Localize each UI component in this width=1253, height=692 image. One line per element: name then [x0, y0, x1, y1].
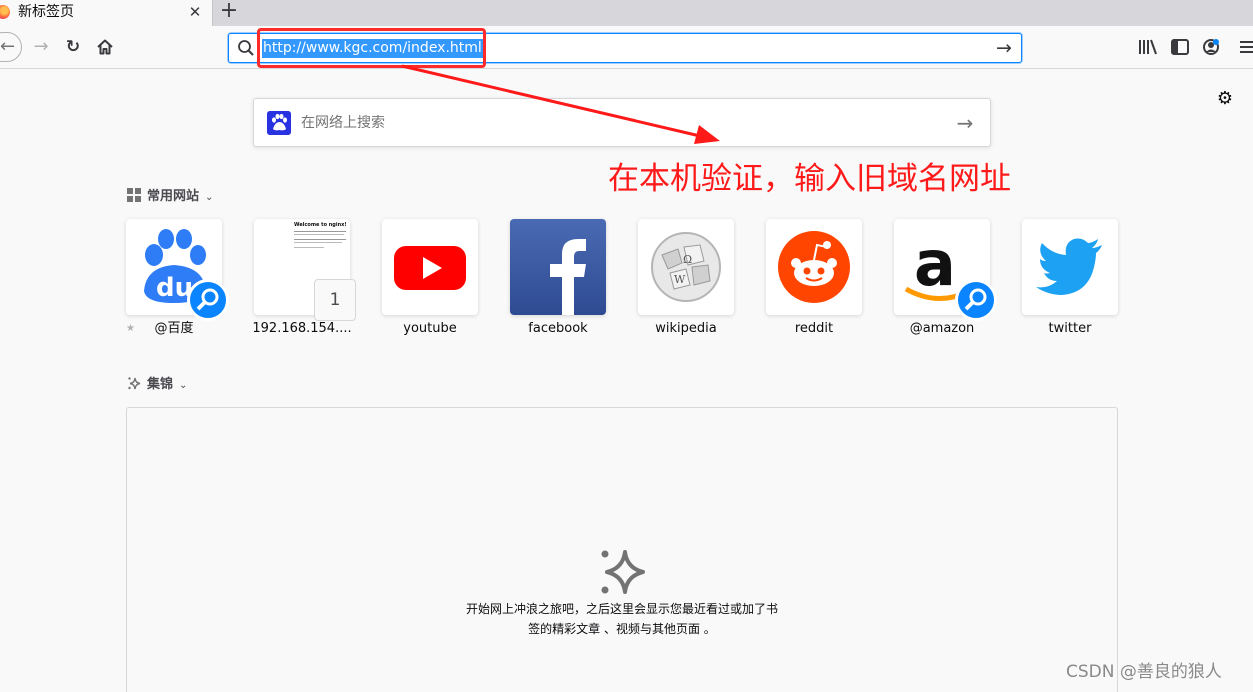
- search-icon: [196, 288, 219, 311]
- page-screenshot: Welcome to nginx!: [294, 222, 350, 266]
- topsite-amazon[interactable]: a @amazon: [894, 219, 997, 336]
- screenshot-heading: Welcome to nginx!: [294, 222, 347, 228]
- firefox-icon: [0, 5, 10, 19]
- topsite-label: twitter: [1048, 321, 1092, 336]
- new-tab-button[interactable]: +: [218, 0, 240, 24]
- topsite-label: 192.168.154....: [252, 321, 352, 336]
- topsites-heading[interactable]: 常用网站 ⌄: [127, 187, 213, 207]
- chevron-down-icon: ⌄: [205, 192, 214, 203]
- topsite-reddit[interactable]: reddit: [766, 219, 862, 336]
- search-shortcut-badge: [187, 279, 229, 321]
- chevron-down-icon: ⌄: [179, 380, 188, 391]
- tile-number-badge: 1: [314, 279, 356, 321]
- highlights-empty-message: 开始网上冲浪之旅吧，之后这里会显示您最近看过或加了书 签的精彩文章 、视频与其他…: [447, 599, 797, 639]
- annotation-url-box: [257, 28, 486, 68]
- topsite-thumbnail: du: [126, 219, 229, 321]
- forward-button[interactable]: →: [30, 35, 52, 59]
- topsite-thumbnail: Ω W: [638, 219, 734, 315]
- topsite-thumbnail: [1022, 219, 1118, 315]
- close-icon[interactable]: ✕: [186, 3, 204, 21]
- home-icon: [97, 39, 113, 55]
- topsite-label: reddit: [794, 321, 834, 336]
- search-submit-icon[interactable]: →: [954, 112, 976, 134]
- account-icon[interactable]: [1199, 35, 1223, 59]
- empty-message-line-2: 签的精彩文章 、视频与其他页面 。: [528, 622, 716, 636]
- go-arrow-button[interactable]: →: [993, 37, 1015, 59]
- reddit-icon: [778, 231, 850, 303]
- wikipedia-icon: Ω W: [651, 232, 721, 302]
- topsite-thumbnail: [510, 219, 606, 315]
- sidebar-icon[interactable]: [1168, 35, 1192, 59]
- topsite-thumbnail: [766, 219, 862, 315]
- search-icon: [238, 40, 254, 56]
- tab-strip: 新标签页 ✕ +: [0, 0, 1253, 26]
- empty-message-line-1: 开始网上冲浪之旅吧，之后这里会显示您最近看过或加了书: [465, 602, 778, 616]
- search-input[interactable]: 在网络上搜索: [301, 113, 385, 133]
- tab-title: 新标签页: [18, 4, 74, 20]
- topsite-wikipedia[interactable]: Ω W wikipedia: [638, 219, 734, 336]
- reload-button[interactable]: ↻: [62, 35, 84, 59]
- topsite-baidu[interactable]: du ★ @百度: [126, 219, 229, 336]
- nav-bar: ← → ↻ http://www.kgc.com/index.html →: [0, 26, 1253, 69]
- topsite-label: youtube: [403, 321, 457, 336]
- back-arrow-icon: ←: [0, 36, 16, 57]
- svg-text:Ω: Ω: [683, 253, 692, 266]
- topsite-thumbnail: a: [894, 219, 997, 321]
- svg-text:a: a: [914, 227, 956, 300]
- annotation-text: 在本机验证，输入旧域名网址: [608, 161, 1011, 197]
- twitter-icon: [1036, 238, 1102, 295]
- topsite-thumbnail: Welcome to nginx! 1: [254, 219, 356, 321]
- topsite-twitter[interactable]: twitter: [1022, 219, 1118, 336]
- facebook-icon: [550, 239, 586, 315]
- search-shortcut-badge: [955, 279, 997, 321]
- highlights-panel: 开始网上冲浪之旅吧，之后这里会显示您最近看过或加了书 签的精彩文章 、视频与其他…: [126, 407, 1118, 692]
- sparkle-icon: [601, 550, 645, 594]
- menu-icon[interactable]: [1238, 35, 1253, 59]
- search-icon: [964, 288, 987, 311]
- grid-icon: [127, 188, 141, 202]
- topsite-label: @百度: [154, 321, 194, 336]
- gear-icon[interactable]: ⚙: [1215, 89, 1235, 109]
- topsites-heading-label: 常用网站: [147, 189, 200, 204]
- highlights-heading[interactable]: 集锦 ⌄: [127, 375, 187, 395]
- watermark: CSDN @善良的狼人: [1066, 662, 1222, 682]
- highlights-heading-label: 集锦: [147, 377, 174, 392]
- sparkle-icon: [128, 377, 141, 390]
- topsite-label: wikipedia: [655, 321, 717, 336]
- svg-text:W: W: [674, 273, 686, 286]
- home-button[interactable]: [94, 35, 116, 59]
- baidu-paw-icon: [267, 111, 291, 135]
- library-icon[interactable]: [1136, 35, 1160, 59]
- web-search-box[interactable]: 在网络上搜索 →: [253, 98, 991, 147]
- topsite-facebook[interactable]: facebook: [510, 219, 606, 336]
- topsite-local-ip[interactable]: Welcome to nginx! 1 192.168.154....: [252, 219, 356, 336]
- topsite-label: facebook: [528, 321, 588, 336]
- youtube-icon: [394, 246, 466, 290]
- topsite-label: @amazon: [909, 321, 975, 336]
- topsite-thumbnail: [382, 219, 478, 315]
- topsite-youtube[interactable]: youtube: [382, 219, 478, 336]
- tab-new-tab[interactable]: 新标签页 ✕: [0, 0, 213, 26]
- browser-window: 新标签页 ✕ + ← → ↻ http://www.kgc.com/index.…: [0, 0, 1253, 692]
